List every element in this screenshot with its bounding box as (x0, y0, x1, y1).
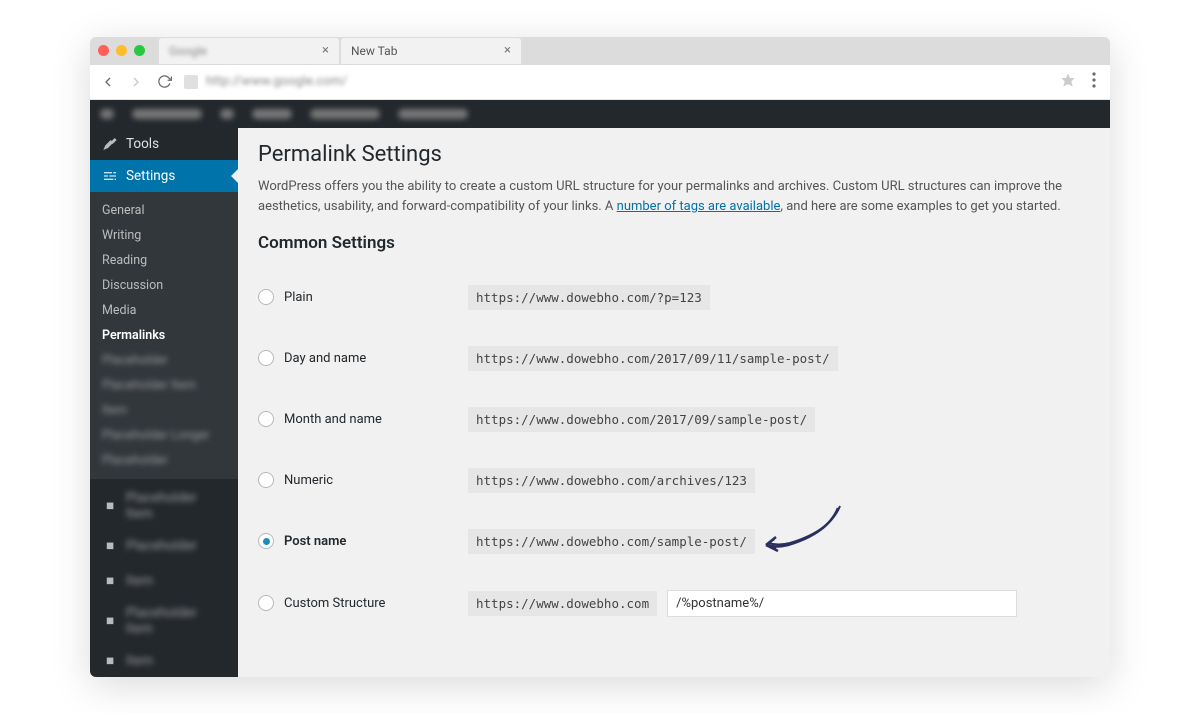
maximize-window-button[interactable] (134, 45, 145, 56)
permalink-option-row: Day and name https://www.dowebho.com/201… (258, 328, 1090, 389)
main-area: Tools Settings General Writing Reading D… (90, 128, 1110, 677)
page-intro: WordPress offers you the ability to crea… (258, 177, 1078, 217)
submenu-item-blurred[interactable]: Item (90, 398, 238, 423)
url-example: https://www.dowebho.com/2017/09/sample-p… (468, 407, 815, 432)
sidebar-label: Tools (126, 136, 159, 152)
sliders-icon (102, 168, 118, 184)
radio-label[interactable]: Day and name (284, 351, 366, 366)
submenu-item-general[interactable]: General (90, 198, 238, 223)
sidebar-label: Settings (126, 168, 175, 184)
radio-custom[interactable] (258, 595, 274, 611)
tab-title: New Tab (351, 44, 397, 58)
url-example: https://www.dowebho.com/archives/123 (468, 468, 755, 493)
adminbar-item[interactable] (398, 109, 468, 119)
close-tab-icon[interactable]: × (322, 43, 329, 58)
browser-menu-icon[interactable] (1088, 72, 1100, 92)
submenu-item-writing[interactable]: Writing (90, 223, 238, 248)
submenu-item-media[interactable]: Media (90, 298, 238, 323)
page-icon (184, 75, 198, 89)
window-controls (98, 45, 145, 56)
permalink-option-row: Numeric https://www.dowebho.com/archives… (258, 450, 1090, 511)
custom-structure-input[interactable] (667, 590, 1017, 617)
square-icon: ■ (102, 498, 118, 514)
back-button[interactable] (100, 74, 116, 90)
browser-tab[interactable]: Google × (159, 38, 339, 64)
square-icon: ■ (102, 613, 118, 629)
url-example: https://www.dowebho.com/sample-post/ (468, 529, 755, 554)
radio-month-name[interactable] (258, 411, 274, 427)
radio-plain[interactable] (258, 289, 274, 305)
radio-post-name[interactable] (258, 533, 274, 549)
submenu-item-blurred[interactable]: Placeholder (90, 348, 238, 373)
url-prefix: https://www.dowebho.com (468, 591, 657, 616)
bookmark-star-icon[interactable] (1060, 72, 1076, 92)
close-tab-icon[interactable]: × (504, 43, 511, 58)
submenu-item-reading[interactable]: Reading (90, 248, 238, 273)
submenu-item-blurred[interactable]: Placeholder Longer (90, 423, 238, 448)
square-icon: ■ (102, 538, 118, 554)
sidebar-item-settings[interactable]: Settings (90, 160, 238, 192)
submenu-item-blurred[interactable]: Placeholder (90, 448, 238, 473)
sidebar-item-blurred[interactable]: ■ Item (90, 565, 238, 597)
radio-label[interactable]: Month and name (284, 412, 382, 427)
browser-toolbar: http://www.google.com/ (90, 65, 1110, 100)
wrench-icon (102, 136, 118, 152)
permalink-option-row: Post name https://www.dowebho.com/sample… (258, 511, 1090, 572)
adminbar-item[interactable] (132, 109, 202, 119)
url-text: http://www.google.com/ (206, 74, 347, 89)
browser-tab-bar: Google × New Tab × (90, 37, 1110, 65)
adminbar-item[interactable] (252, 109, 292, 119)
permalink-option-row: Custom Structure https://www.dowebho.com (258, 572, 1090, 635)
radio-numeric[interactable] (258, 472, 274, 488)
square-icon: ■ (102, 573, 118, 589)
submenu-item-blurred[interactable]: Placeholder Item (90, 373, 238, 398)
browser-window: Google × New Tab × http://www.google.com… (90, 37, 1110, 677)
submenu-item-discussion[interactable]: Discussion (90, 273, 238, 298)
adminbar-item[interactable] (310, 109, 380, 119)
url-example: https://www.dowebho.com/2017/09/11/sampl… (468, 346, 838, 371)
square-icon: ■ (102, 653, 118, 669)
radio-label[interactable]: Plain (284, 290, 313, 305)
page-title: Permalink Settings (258, 142, 1090, 167)
section-heading: Common Settings (258, 233, 1090, 253)
radio-label[interactable]: Custom Structure (284, 596, 385, 611)
wp-admin-bar (90, 100, 1110, 128)
permalink-option-row: Month and name https://www.dowebho.com/2… (258, 389, 1090, 450)
forward-button[interactable] (128, 74, 144, 90)
radio-label[interactable]: Numeric (284, 473, 333, 488)
sidebar-submenu-settings: General Writing Reading Discussion Media… (90, 192, 238, 479)
sidebar-item-blurred[interactable]: ■ Placeholder Item (90, 482, 238, 530)
adminbar-item[interactable] (100, 109, 114, 119)
tab-title: Google (169, 44, 207, 58)
settings-content: Permalink Settings WordPress offers you … (238, 128, 1110, 677)
sidebar-item-blurred[interactable]: ■ Placeholder Item (90, 597, 238, 645)
address-bar[interactable]: http://www.google.com/ (184, 74, 1048, 89)
radio-label[interactable]: Post name (284, 534, 346, 549)
submenu-item-permalinks[interactable]: Permalinks (90, 323, 238, 348)
adminbar-item[interactable] (220, 109, 234, 119)
browser-tab[interactable]: New Tab × (341, 38, 521, 64)
wp-admin-sidebar: Tools Settings General Writing Reading D… (90, 128, 238, 677)
sidebar-item-blurred[interactable]: ■ Placeholder (90, 530, 238, 562)
minimize-window-button[interactable] (116, 45, 127, 56)
sidebar-item-blurred[interactable]: ■ Item (90, 645, 238, 677)
sidebar-item-tools[interactable]: Tools (90, 128, 238, 160)
close-window-button[interactable] (98, 45, 109, 56)
permalink-option-row: Plain https://www.dowebho.com/?p=123 (258, 267, 1090, 328)
reload-button[interactable] (156, 74, 172, 90)
radio-day-name[interactable] (258, 350, 274, 366)
url-example: https://www.dowebho.com/?p=123 (468, 285, 710, 310)
hand-drawn-arrow-icon (758, 503, 848, 558)
tags-available-link[interactable]: number of tags are available (617, 199, 781, 214)
